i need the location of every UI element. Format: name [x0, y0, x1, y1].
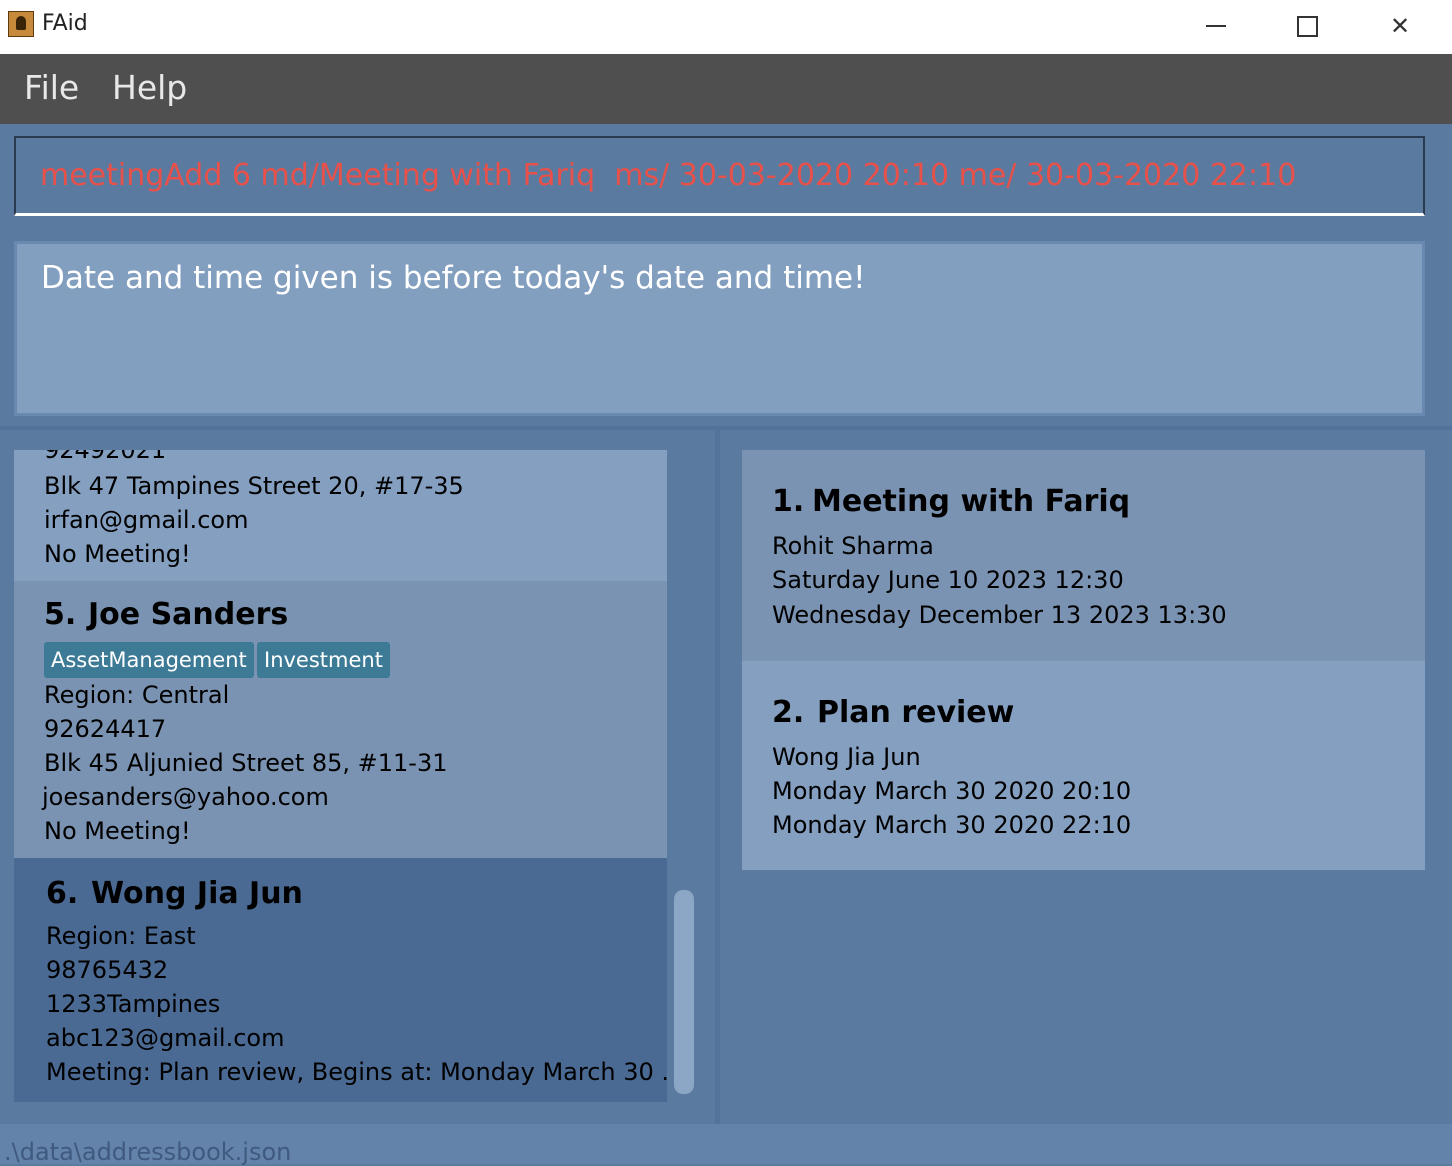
person-meeting: No Meeting! — [44, 817, 191, 845]
meeting-index: 1. — [772, 484, 805, 519]
person-index: 6. — [46, 876, 79, 911]
person-phone: 92624417 — [44, 715, 167, 743]
person-card[interactable]: 92492021 Blk 47 Tampines Street 20, #17-… — [14, 450, 667, 581]
meeting-card[interactable]: 1. Meeting with Fariq Rohit Sharma Satur… — [742, 450, 1425, 661]
person-name: Joe Sanders — [88, 597, 289, 632]
maximize-button[interactable] — [1277, 4, 1337, 48]
person-meeting: No Meeting! — [44, 540, 191, 568]
save-file-path: .\data\addressbook.json — [4, 1138, 292, 1166]
person-list[interactable]: 92492021 Blk 47 Tampines Street 20, #17-… — [14, 450, 667, 1102]
panel-splitter[interactable] — [715, 430, 720, 1124]
person-region: Region: East — [46, 922, 196, 950]
meeting-card[interactable]: 2. Plan review Wong Jia Jun Monday March… — [742, 661, 1425, 870]
person-card-selected[interactable]: 6. Wong Jia Jun Region: East 98765432 12… — [14, 858, 667, 1102]
person-address: 1233Tampines — [46, 990, 221, 1018]
person-index: 5. — [44, 597, 77, 632]
person-email: joesanders@yahoo.com — [42, 783, 329, 811]
title-bar: FAid ✕ — [0, 0, 1452, 54]
minimize-icon — [1206, 25, 1226, 27]
meeting-end: Monday March 30 2020 22:10 — [772, 811, 1132, 839]
menu-help[interactable]: Help — [112, 68, 187, 107]
meeting-person: Wong Jia Jun — [772, 743, 921, 771]
minimize-button[interactable] — [1186, 4, 1246, 48]
scrollbar-thumb[interactable] — [674, 890, 694, 1094]
divider-horizontal — [0, 426, 1452, 430]
person-region: Region: Central — [44, 681, 230, 709]
person-card[interactable]: 5. Joe Sanders AssetManagement Investmen… — [14, 581, 667, 858]
tag-investment: Investment — [257, 642, 390, 678]
menu-file[interactable]: File — [24, 68, 79, 107]
meeting-title: Plan review — [817, 695, 1015, 730]
meeting-start: Saturday June 10 2023 12:30 — [772, 566, 1124, 594]
person-meeting: Meeting: Plan review, Begins at: Monday … — [46, 1058, 667, 1086]
person-email: abc123@gmail.com — [46, 1024, 285, 1052]
meeting-title: Meeting with Fariq — [812, 484, 1131, 519]
command-input[interactable] — [16, 138, 1423, 213]
maximize-icon — [1296, 15, 1318, 37]
menu-bar: File Help — [0, 54, 1452, 124]
result-text: Date and time given is before today's da… — [41, 260, 866, 296]
close-icon: ✕ — [1389, 12, 1411, 40]
status-bar: .\data\addressbook.json — [0, 1124, 1452, 1166]
meeting-index: 2. — [772, 695, 805, 730]
window-title: FAid — [42, 11, 88, 36]
person-name: Wong Jia Jun — [91, 876, 303, 911]
result-display: Date and time given is before today's da… — [14, 241, 1425, 416]
meeting-start: Monday March 30 2020 20:10 — [772, 777, 1132, 805]
person-email: irfan@gmail.com — [44, 506, 249, 534]
command-box — [14, 136, 1425, 216]
person-phone: 92492021 — [44, 450, 167, 464]
person-phone: 98765432 — [46, 956, 169, 984]
close-button[interactable]: ✕ — [1370, 4, 1430, 48]
app-icon — [8, 11, 34, 37]
tag-asset-management: AssetManagement — [44, 642, 254, 678]
meeting-end: Wednesday December 13 2023 13:30 — [772, 601, 1227, 629]
person-address: Blk 47 Tampines Street 20, #17-35 — [44, 472, 464, 500]
meeting-list[interactable]: 1. Meeting with Fariq Rohit Sharma Satur… — [742, 450, 1425, 870]
meeting-person: Rohit Sharma — [772, 532, 934, 560]
person-address: Blk 45 Aljunied Street 85, #11-31 — [44, 749, 448, 777]
